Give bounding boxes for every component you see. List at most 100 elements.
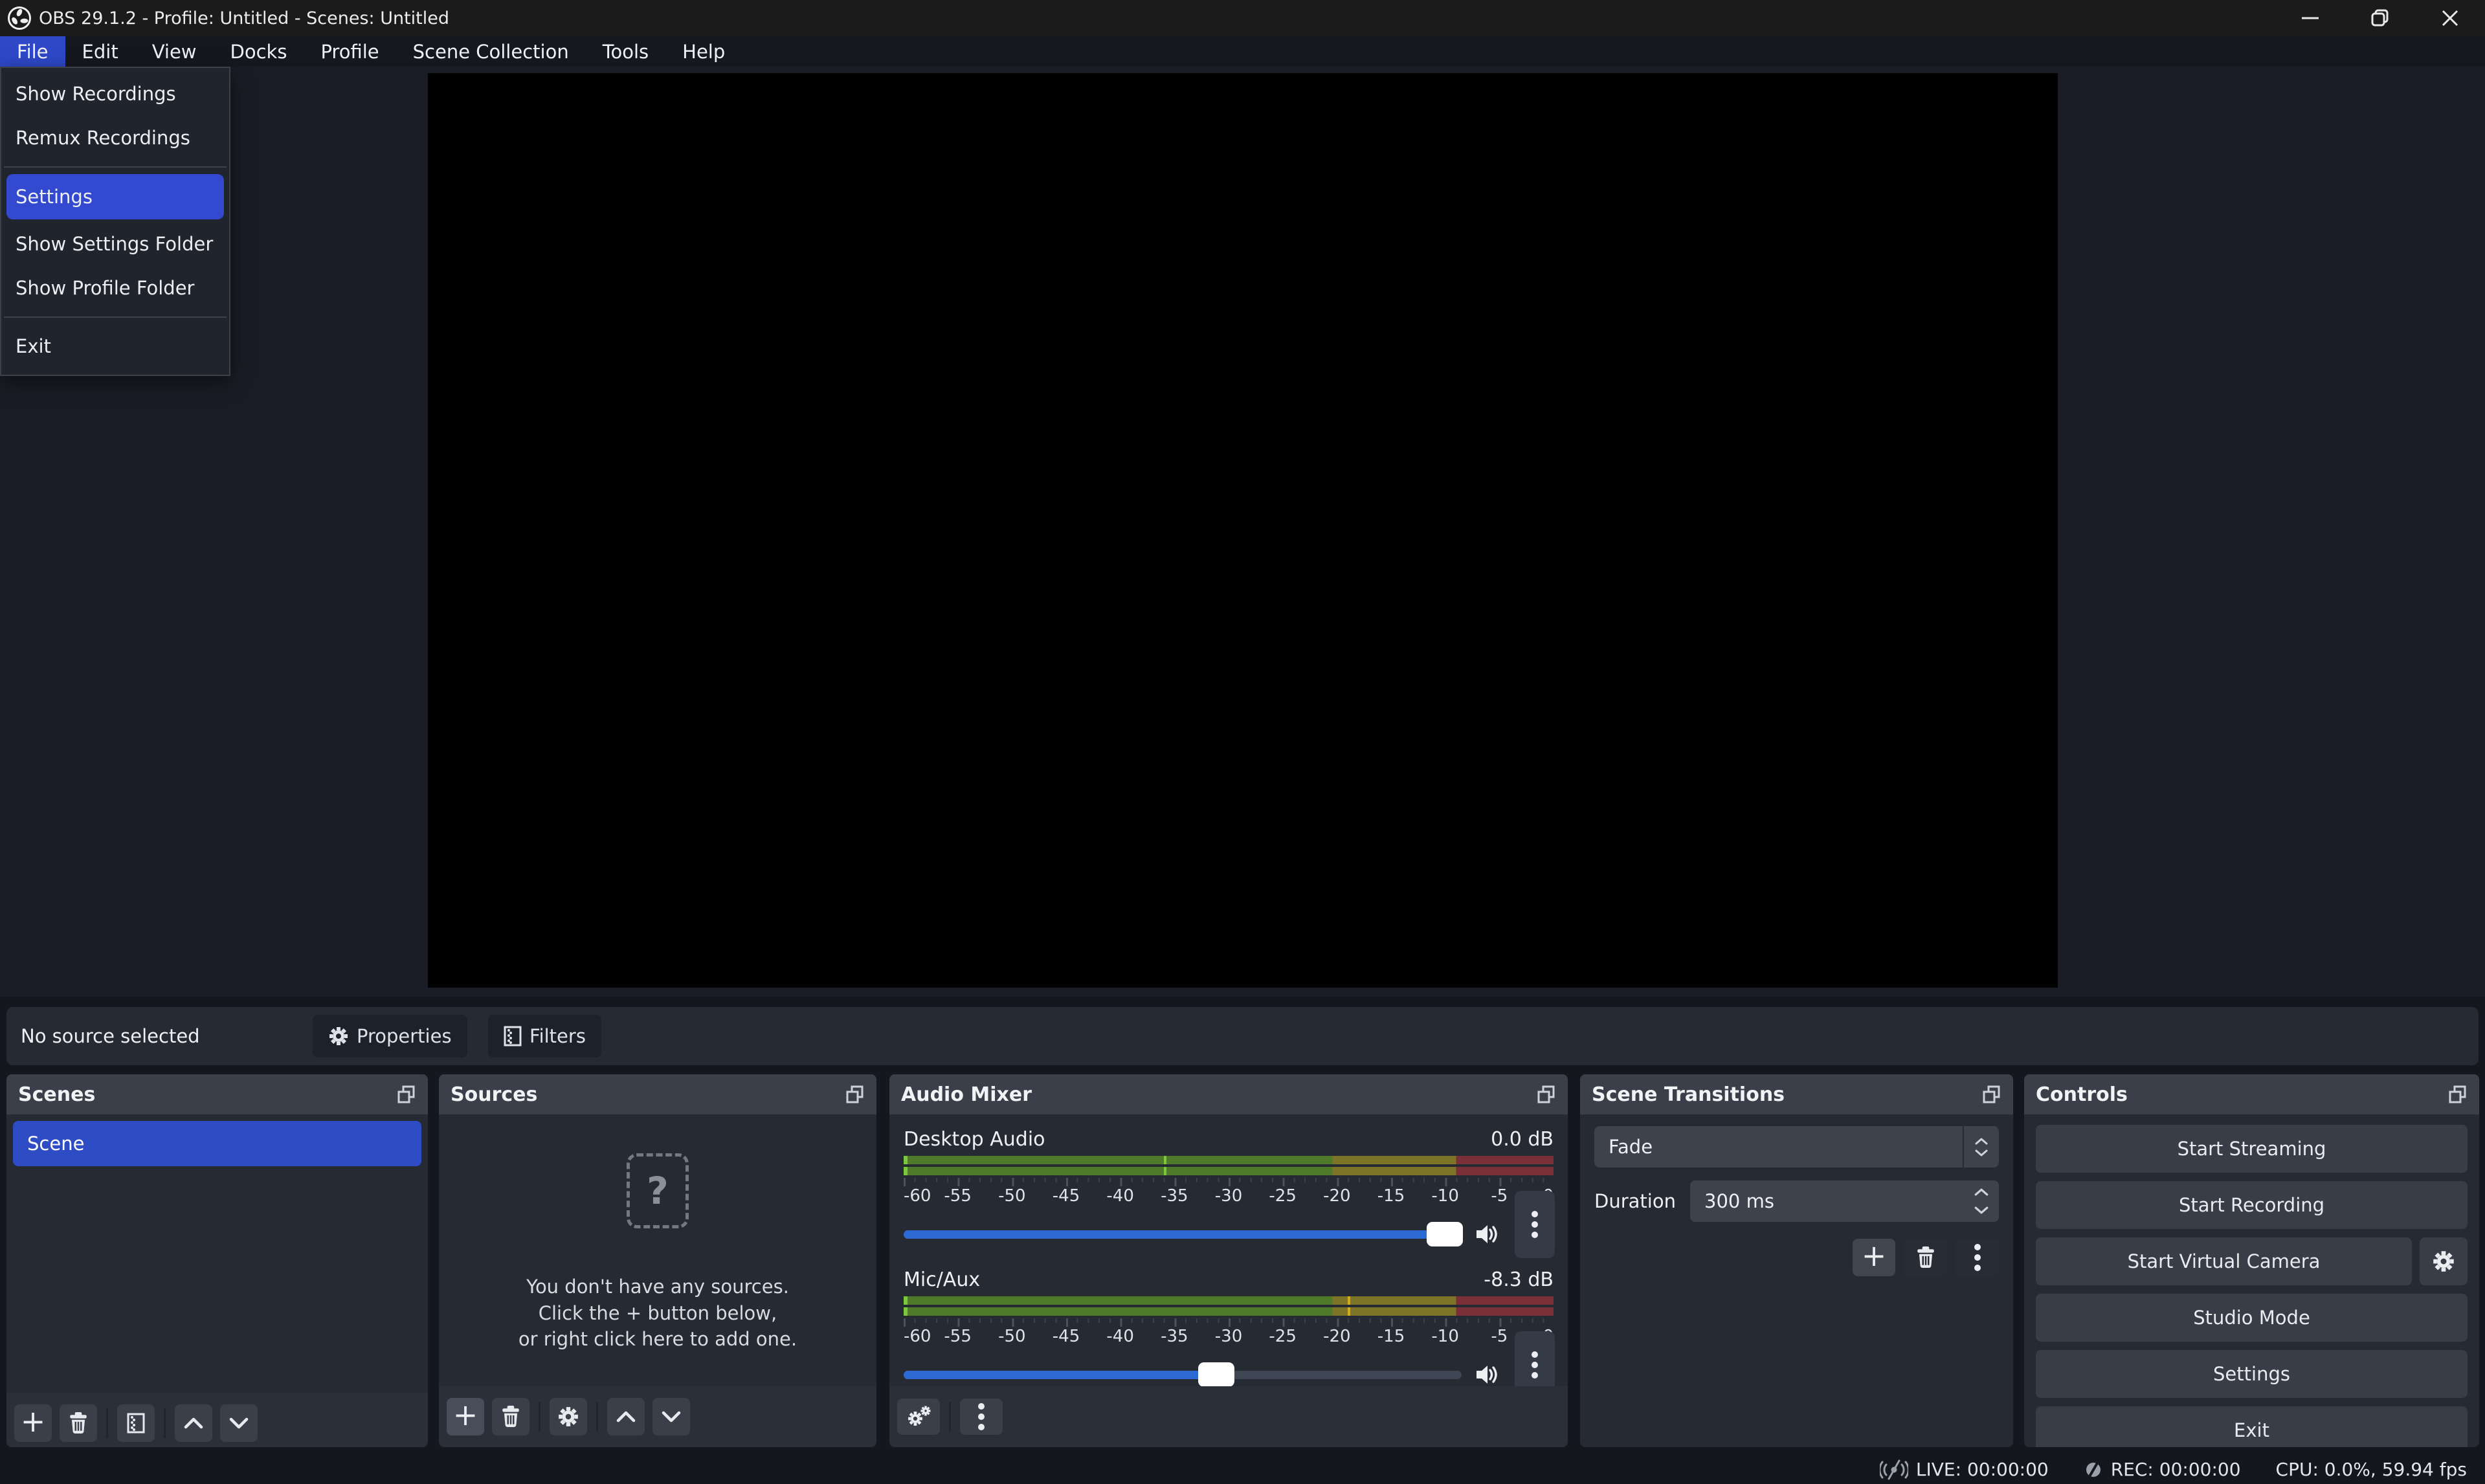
speaker-icon[interactable] bbox=[1473, 1221, 1499, 1247]
restore-button[interactable] bbox=[2345, 0, 2415, 36]
move-source-down-button[interactable] bbox=[652, 1398, 690, 1435]
gear-icon bbox=[328, 1026, 349, 1047]
menu-tools[interactable]: Tools bbox=[586, 36, 665, 67]
scene-list-item[interactable]: Scene bbox=[13, 1121, 421, 1166]
scene-filters-button[interactable] bbox=[117, 1404, 155, 1442]
toolbar-separator bbox=[164, 1408, 166, 1438]
sources-empty-state[interactable]: ? You don't have any sources. Click the … bbox=[439, 1153, 876, 1353]
start-streaming-button[interactable]: Start Streaming bbox=[2036, 1125, 2468, 1173]
remove-scene-button[interactable] bbox=[60, 1404, 97, 1442]
remove-transition-button[interactable] bbox=[1904, 1239, 1947, 1276]
volume-slider[interactable] bbox=[904, 1230, 1462, 1239]
move-source-up-button[interactable] bbox=[607, 1398, 645, 1435]
menu-profile[interactable]: Profile bbox=[304, 36, 396, 67]
scene-transitions-header: Scene Transitions bbox=[1580, 1074, 2013, 1114]
move-scene-down-button[interactable] bbox=[220, 1404, 258, 1442]
empty-text-line: You don't have any sources. bbox=[439, 1274, 876, 1300]
settings-button[interactable]: Settings bbox=[2036, 1350, 2468, 1398]
record-inactive-icon bbox=[2084, 1460, 2103, 1479]
obs-logo-icon bbox=[6, 5, 32, 31]
start-recording-button[interactable]: Start Recording bbox=[2036, 1181, 2468, 1229]
db-scale-label: -35 bbox=[1161, 1186, 1188, 1206]
chevron-down-icon bbox=[662, 1410, 681, 1423]
popout-icon[interactable] bbox=[397, 1085, 416, 1104]
live-time: LIVE: 00:00:00 bbox=[1916, 1459, 2049, 1480]
kebab-icon bbox=[1974, 1240, 1981, 1275]
db-scale-label: -55 bbox=[944, 1186, 971, 1206]
studio-mode-button[interactable]: Studio Mode bbox=[2036, 1294, 2468, 1342]
rec-time: REC: 00:00:00 bbox=[2111, 1459, 2241, 1480]
remove-source-button[interactable] bbox=[492, 1398, 529, 1435]
controls-panel: Controls Start Streaming Start Recording… bbox=[2024, 1074, 2479, 1447]
db-tick-marks bbox=[904, 1178, 1554, 1186]
popout-icon[interactable] bbox=[1982, 1085, 2001, 1104]
add-scene-button[interactable]: + bbox=[14, 1404, 52, 1442]
source-properties-button[interactable] bbox=[550, 1398, 587, 1435]
menu-docks[interactable]: Docks bbox=[214, 36, 304, 67]
menu-edit[interactable]: Edit bbox=[65, 36, 135, 67]
close-button[interactable] bbox=[2415, 0, 2485, 36]
plus-icon: + bbox=[21, 1421, 46, 1425]
popout-icon[interactable] bbox=[2448, 1085, 2468, 1104]
exit-button[interactable]: Exit bbox=[2036, 1406, 2468, 1447]
file-menu-remux-recordings[interactable]: Remux Recordings bbox=[1, 116, 229, 160]
volume-slider-handle[interactable] bbox=[1198, 1362, 1234, 1387]
duration-spinbox[interactable]: 300 ms bbox=[1690, 1180, 1999, 1222]
properties-button[interactable]: Properties bbox=[313, 1015, 467, 1058]
advanced-audio-button[interactable] bbox=[897, 1399, 940, 1435]
filter-icon bbox=[504, 1026, 522, 1047]
db-scale-label: -45 bbox=[1053, 1327, 1080, 1346]
add-source-button[interactable]: + bbox=[447, 1398, 484, 1435]
chevron-down-icon bbox=[1975, 1149, 1988, 1157]
transition-select[interactable]: Fade bbox=[1594, 1126, 1999, 1168]
add-transition-button[interactable]: + bbox=[1853, 1239, 1895, 1276]
move-scene-up-button[interactable] bbox=[175, 1404, 212, 1442]
duration-spinner[interactable] bbox=[1974, 1180, 1989, 1222]
question-mark-icon: ? bbox=[627, 1153, 689, 1228]
db-scale-label: -55 bbox=[944, 1327, 971, 1346]
plus-icon: + bbox=[453, 1415, 478, 1419]
file-menu-show-recordings[interactable]: Show Recordings bbox=[1, 72, 229, 116]
filters-button[interactable]: Filters bbox=[488, 1015, 601, 1058]
obs-window: OBS 29.1.2 - Profile: Untitled - Scenes:… bbox=[0, 0, 2485, 1484]
chevron-down-icon bbox=[1974, 1206, 1989, 1214]
menu-view[interactable]: View bbox=[135, 36, 214, 67]
start-virtual-camera-button[interactable]: Start Virtual Camera bbox=[2036, 1237, 2412, 1285]
preview-canvas[interactable] bbox=[428, 73, 2058, 988]
db-scale-label: -25 bbox=[1269, 1327, 1296, 1346]
gear-icon bbox=[557, 1406, 579, 1428]
title-bar: OBS 29.1.2 - Profile: Untitled - Scenes:… bbox=[0, 0, 2485, 36]
transition-options-button[interactable] bbox=[1956, 1239, 1999, 1276]
db-scale-label: -25 bbox=[1269, 1186, 1296, 1206]
channel-options-button[interactable] bbox=[1515, 1191, 1555, 1258]
properties-label: Properties bbox=[357, 1025, 452, 1047]
filter-icon bbox=[127, 1413, 145, 1434]
db-scale-label: -60 bbox=[904, 1327, 931, 1346]
popout-icon[interactable] bbox=[1537, 1085, 1556, 1104]
scenes-toolbar: + bbox=[6, 1393, 428, 1447]
select-spinner[interactable] bbox=[1963, 1126, 1999, 1168]
virtual-camera-config-button[interactable] bbox=[2420, 1237, 2468, 1285]
file-menu-show-profile-folder[interactable]: Show Profile Folder bbox=[1, 266, 229, 310]
trash-icon bbox=[69, 1412, 88, 1434]
volume-meter: -60-55-50-45-40-35-30-25-20-15-10-50 bbox=[904, 1156, 1554, 1210]
file-menu-settings[interactable]: Settings bbox=[6, 174, 224, 219]
chevron-up-icon bbox=[616, 1410, 636, 1423]
file-menu-show-settings-folder[interactable]: Show Settings Folder bbox=[1, 222, 229, 266]
menu-help[interactable]: Help bbox=[665, 36, 742, 67]
minimize-button[interactable] bbox=[2275, 0, 2345, 36]
mixer-options-button[interactable] bbox=[960, 1399, 1003, 1435]
volume-slider[interactable] bbox=[904, 1371, 1462, 1379]
popout-icon[interactable] bbox=[845, 1085, 865, 1104]
volume-slider-handle[interactable] bbox=[1427, 1222, 1463, 1246]
trash-icon bbox=[501, 1406, 520, 1428]
kebab-icon bbox=[1532, 1207, 1538, 1242]
file-menu-exit[interactable]: Exit bbox=[1, 324, 229, 368]
plus-icon: + bbox=[1862, 1256, 1887, 1259]
audio-mixer-panel: Audio Mixer Desktop Audio 0.0 dB -60-55-… bbox=[889, 1074, 1568, 1447]
menu-scene-collection[interactable]: Scene Collection bbox=[396, 36, 586, 67]
db-scale-label: -35 bbox=[1161, 1327, 1188, 1346]
menu-file[interactable]: File bbox=[0, 36, 65, 67]
speaker-icon[interactable] bbox=[1473, 1362, 1499, 1388]
db-scale: -60-55-50-45-40-35-30-25-20-15-10-50 bbox=[904, 1186, 1554, 1210]
